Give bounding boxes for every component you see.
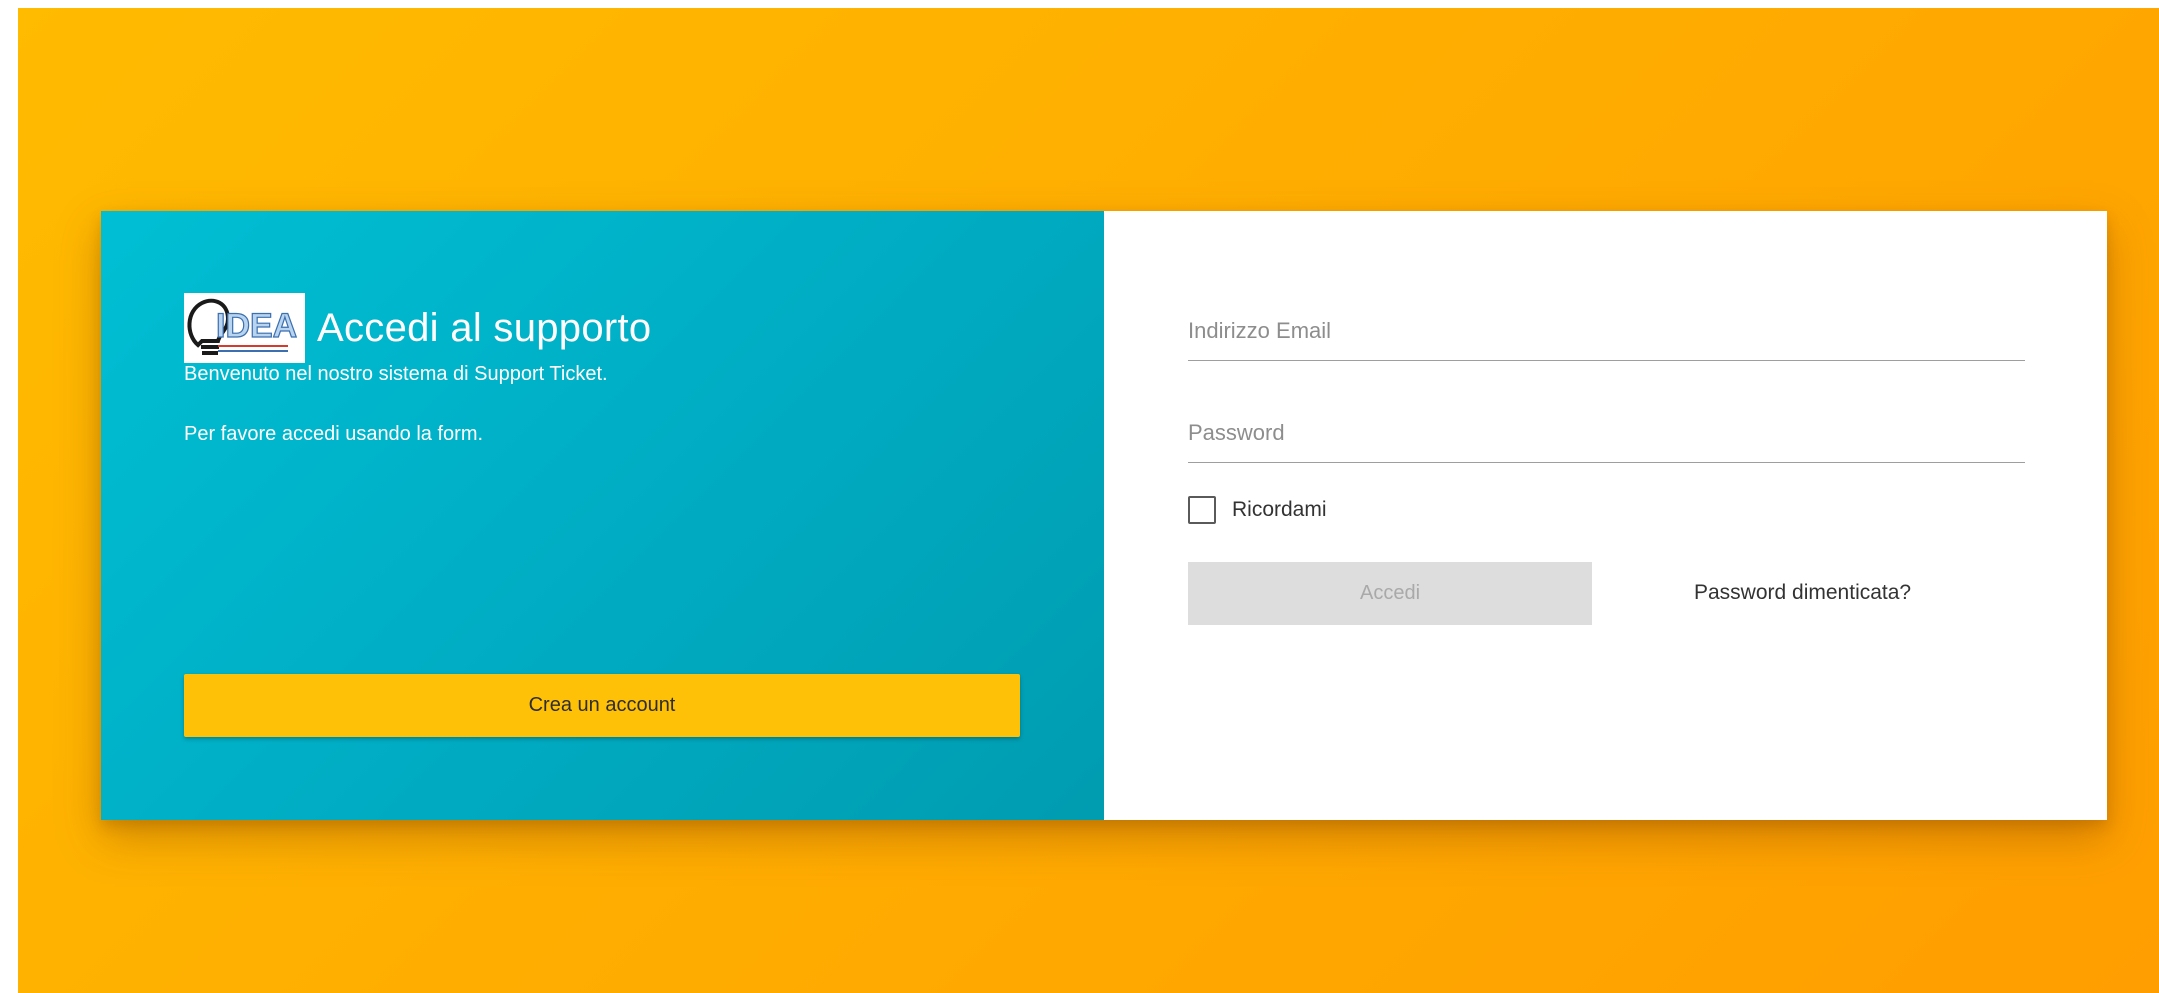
login-button[interactable]: Accedi [1188,562,1592,625]
idea-logo: IDEA [184,293,305,363]
welcome-text: Benvenuto nel nostro sistema di Support … [184,363,608,385]
remember-checkbox[interactable] [1188,496,1216,524]
info-panel: IDEA Accedi al supporto Benvenuto nel no… [101,211,1104,820]
instruction-text: Per favore accedi usando la form. [184,423,484,445]
forgot-password-link[interactable]: Password dimenticata? [1694,581,1911,605]
email-field[interactable] [1188,311,2025,361]
create-account-button[interactable]: Crea un account [184,674,1020,737]
login-form-panel: Ricordami Accedi Password dimenticata? [1104,211,2107,820]
page-title: Accedi al supporto [317,305,652,350]
brand-header: IDEA Accedi al supporto [184,293,651,363]
login-card: IDEA Accedi al supporto Benvenuto nel no… [101,211,2107,820]
password-field[interactable] [1188,413,2025,463]
svg-text:IDEA: IDEA [216,307,297,345]
remember-label: Ricordami [1232,498,1327,521]
remember-me[interactable]: Ricordami [1188,496,1327,524]
